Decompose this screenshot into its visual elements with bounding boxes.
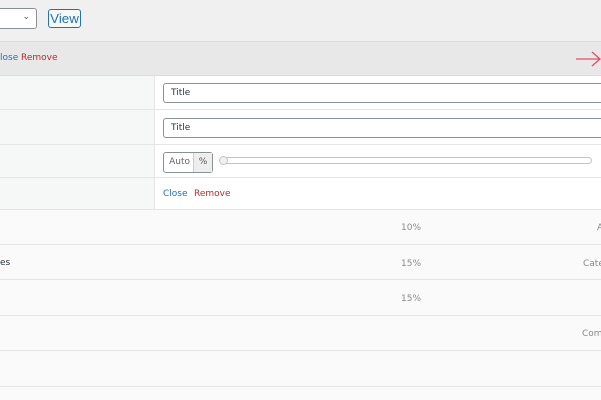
column-header-bar: lose Remove — [0, 41, 601, 76]
row-type: A — [597, 223, 601, 233]
chevron-down-icon: ⌄ — [22, 12, 30, 22]
row-width: 15% — [401, 259, 422, 269]
settings-row-actions: Close Remove — [0, 178, 601, 210]
header-remove-link[interactable]: Remove — [21, 53, 58, 63]
settings-row-title: Title — [0, 76, 601, 110]
table-row[interactable]: 10% A — [0, 210, 601, 245]
width-auto[interactable]: Auto — [164, 153, 193, 172]
table-row[interactable] — [0, 351, 601, 387]
row-type: Com — [582, 329, 601, 339]
table-row[interactable] — [0, 387, 601, 400]
title-input[interactable]: Title — [163, 83, 601, 103]
row-width: 10% — [401, 223, 422, 233]
view-button[interactable]: View — [48, 9, 81, 28]
arrow-right-icon — [576, 51, 601, 67]
table-row[interactable]: 15% — [0, 280, 601, 316]
settings-row-width: Auto % — [0, 145, 601, 178]
row-width: 15% — [401, 294, 422, 304]
view-select[interactable]: ⌄ — [0, 8, 37, 29]
width-slider[interactable] — [219, 156, 592, 165]
remove-link[interactable]: Remove — [194, 189, 231, 199]
width-unit-toggle[interactable]: Auto % — [163, 152, 213, 173]
close-link[interactable]: Close — [163, 189, 188, 199]
settings-row-title-2: Title — [0, 110, 601, 145]
row-label: es — [0, 258, 11, 268]
title-input-2[interactable]: Title — [163, 118, 601, 138]
row-type: Cate — [583, 259, 601, 269]
header-close-link[interactable]: lose — [0, 53, 18, 63]
table-row[interactable]: Com — [0, 316, 601, 351]
slider-handle[interactable] — [219, 156, 228, 165]
width-percent[interactable]: % — [193, 153, 212, 172]
table-row[interactable]: es 15% Cate — [0, 245, 601, 280]
